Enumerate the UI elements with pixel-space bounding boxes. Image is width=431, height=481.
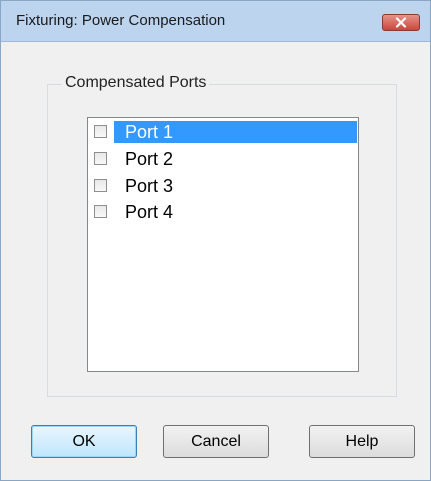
title-bar[interactable]: Fixturing: Power Compensation xyxy=(1,1,430,42)
list-item-port-3[interactable]: Port 3 xyxy=(89,174,357,198)
cancel-button[interactable]: Cancel xyxy=(163,425,269,458)
close-icon xyxy=(395,17,407,28)
list-item-port-1[interactable]: Port 1 xyxy=(89,120,357,144)
list-item-port-2[interactable]: Port 2 xyxy=(89,147,357,171)
close-button[interactable] xyxy=(382,14,420,31)
window-title: Fixturing: Power Compensation xyxy=(16,12,226,29)
port-3-label: Port 3 xyxy=(125,176,174,196)
port-2-label: Port 2 xyxy=(125,149,174,169)
ports-listbox[interactable]: Port 1 Port 2 Port 3 Port 4 xyxy=(87,117,359,372)
list-item-port-4[interactable]: Port 4 xyxy=(89,200,357,224)
port-3-checkbox[interactable] xyxy=(94,179,107,192)
port-1-checkbox[interactable] xyxy=(94,125,107,138)
port-1-label: Port 1 xyxy=(114,121,357,143)
ok-button[interactable]: OK xyxy=(31,425,137,458)
port-4-label: Port 4 xyxy=(125,202,174,222)
port-4-checkbox[interactable] xyxy=(94,205,107,218)
group-label: Compensated Ports xyxy=(62,74,210,92)
port-2-checkbox[interactable] xyxy=(94,152,107,165)
help-button[interactable]: Help xyxy=(309,425,415,458)
